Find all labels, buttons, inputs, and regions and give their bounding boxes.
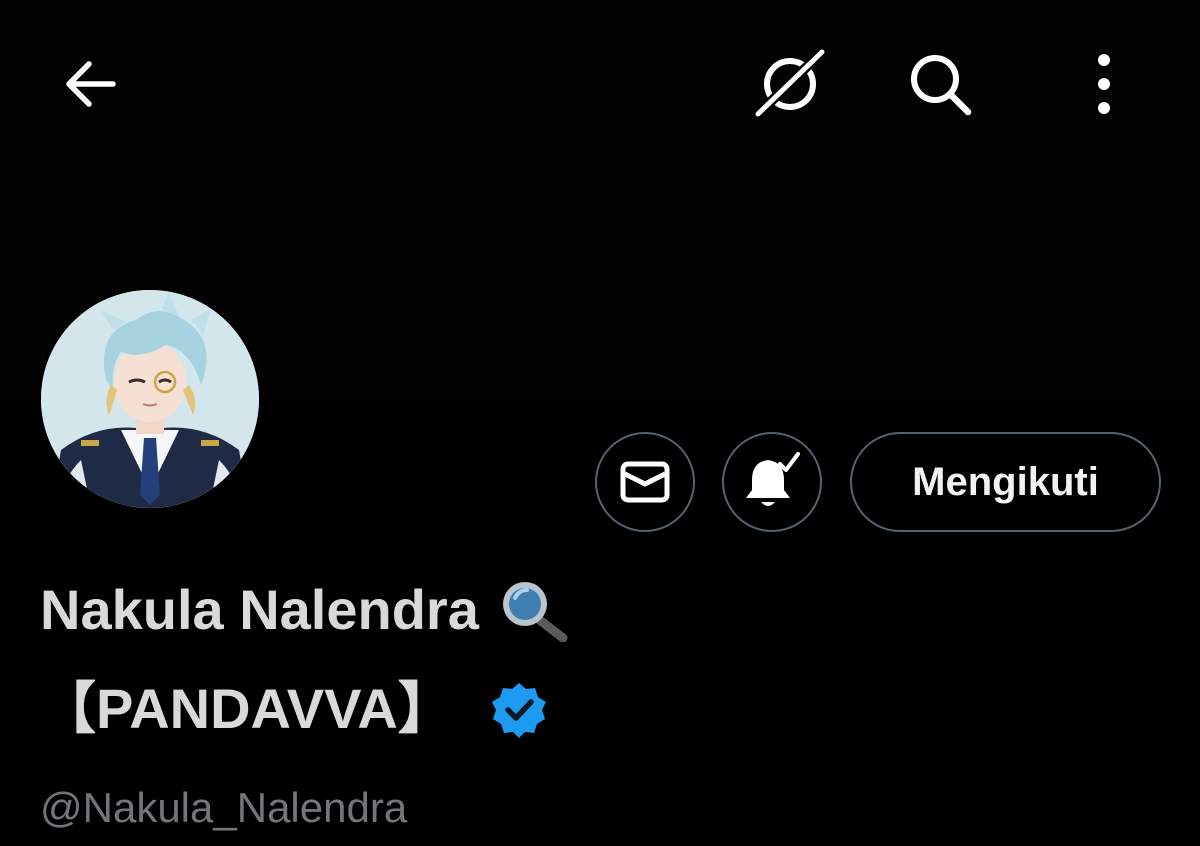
more-vertical-icon <box>1098 54 1110 114</box>
user-handle: @Nakula_Nalendra <box>40 784 408 831</box>
back-button[interactable] <box>55 48 127 120</box>
grok-button[interactable] <box>750 44 830 124</box>
avatar[interactable] <box>38 287 262 511</box>
display-name-tag-text: 【PANDAVVA】 <box>40 677 454 740</box>
arrow-left-icon <box>66 61 116 107</box>
display-name-text: Nakula Nalendra <box>40 578 479 641</box>
verified-badge-icon[interactable] <box>490 680 548 738</box>
bell-check-icon <box>746 452 800 506</box>
display-name-tag: 【PANDAVVA】 <box>40 680 548 738</box>
mail-icon <box>620 461 670 503</box>
message-button[interactable] <box>595 432 695 532</box>
more-options-button[interactable] <box>1066 44 1142 124</box>
search-button[interactable] <box>900 44 980 124</box>
notifications-button[interactable] <box>722 432 822 532</box>
search-icon <box>911 55 972 116</box>
following-button-label: Mengikuti <box>912 459 1099 504</box>
following-button[interactable]: Mengikuti <box>850 432 1161 532</box>
avatar-illustration <box>41 290 259 508</box>
profile-screen: Mengikuti Nakula Nalendra 【PANDAVVA】 @Na… <box>0 0 1200 846</box>
grok-icon <box>752 46 828 120</box>
magnifying-glass-icon <box>497 578 571 642</box>
display-name: Nakula Nalendra <box>40 578 571 642</box>
